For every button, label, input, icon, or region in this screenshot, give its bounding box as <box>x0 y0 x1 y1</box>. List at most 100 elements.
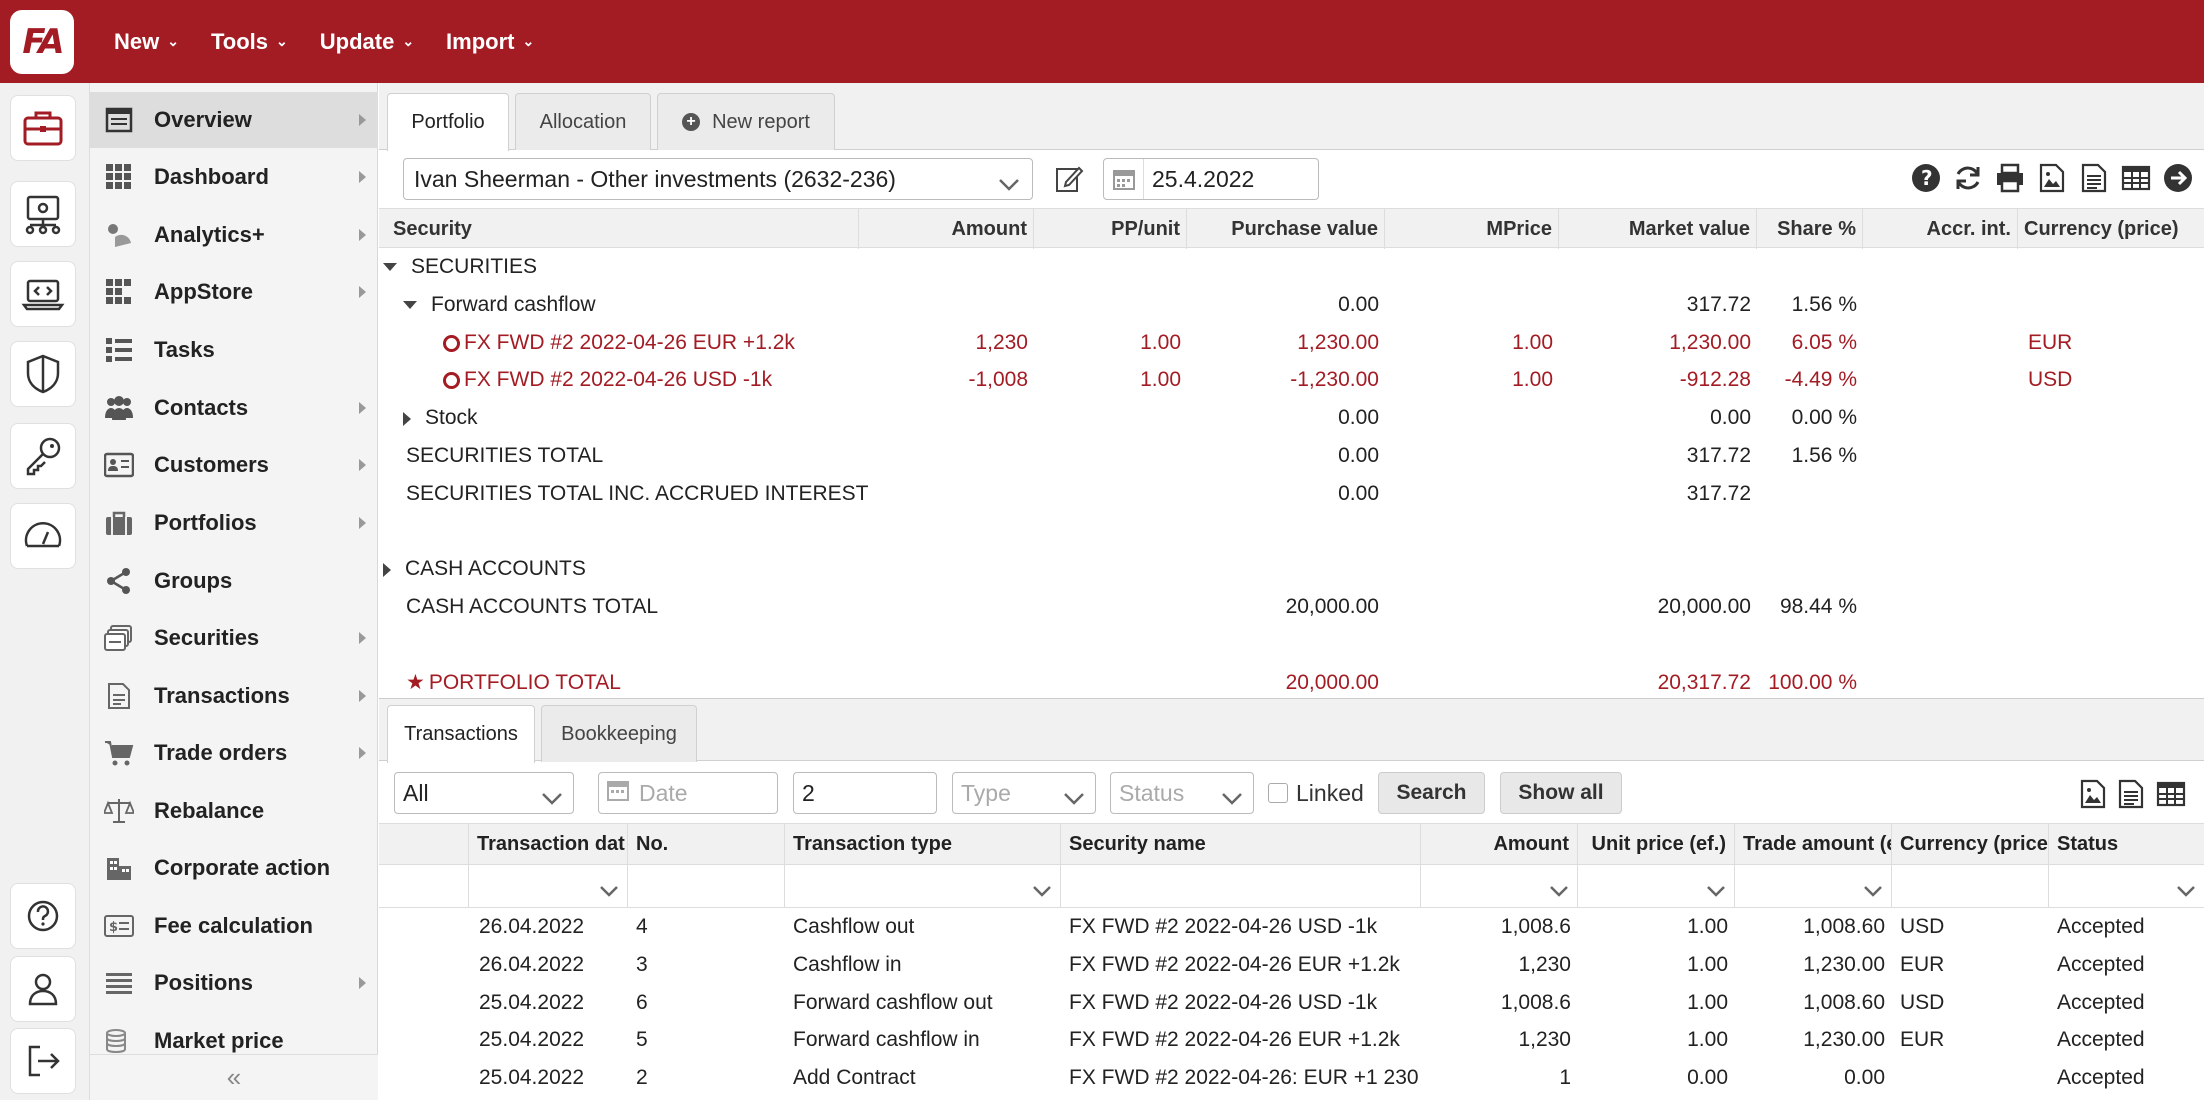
edit-portfolio-button[interactable] <box>1049 158 1089 200</box>
table-row[interactable]: 26.04.2022 4 Cashflow out FX FWD #2 2022-04… <box>379 908 2204 946</box>
col-purchase-value[interactable]: Purchase value <box>1187 209 1385 249</box>
menu-new[interactable]: New ⌄ <box>114 29 179 55</box>
sidebar-item-overview[interactable]: Overview <box>90 92 378 148</box>
col-trade-amount[interactable]: Trade amount (e <box>1735 824 1892 866</box>
sidebar-item-transactions[interactable]: Transactions <box>90 668 378 724</box>
filter-no[interactable] <box>628 865 785 908</box>
col-transaction-date[interactable]: Transaction dat <box>469 824 628 866</box>
table-row[interactable]: 25.04.2022 5 Forward cashflow in FX FWD #2 … <box>379 1021 2204 1059</box>
type-select[interactable]: Type <box>952 772 1096 814</box>
col-currency-price[interactable]: Currency (price) <box>2018 209 2204 249</box>
sidebar-item-rebalance[interactable]: Rebalance <box>90 783 378 839</box>
caret-right-icon[interactable] <box>403 411 411 426</box>
col-market-value[interactable]: Market value <box>1559 209 1757 249</box>
col-security[interactable]: Security <box>379 209 859 249</box>
document-report-icon[interactable] <box>2118 779 2144 815</box>
portfolio-row[interactable]: Stock 0.00 0.00 0.00 % <box>379 399 2204 437</box>
portfolio-row[interactable]: CASH ACCOUNTS TOTAL 20,000.00 20,000.00 98.… <box>379 588 2204 626</box>
tab-portfolio[interactable]: Portfolio <box>387 93 509 151</box>
date-field[interactable]: 25.4.2022 <box>1103 158 1319 200</box>
filter-amount[interactable] <box>1421 865 1578 908</box>
portfolio-row[interactable]: Forward cashflow 0.00 317.72 1.56 % <box>379 286 2204 324</box>
sidebar-item-analytics[interactable]: Analytics+ <box>90 207 378 263</box>
col-pp-unit[interactable]: PP/unit <box>1034 209 1187 249</box>
filter-security[interactable] <box>1061 865 1421 908</box>
sidebar-item-positions[interactable]: Positions <box>90 955 378 1011</box>
logout-icon[interactable] <box>10 1028 76 1094</box>
tab-new-report[interactable]: + New report <box>657 93 835 150</box>
portfolio-row[interactable] <box>379 513 2204 551</box>
col-transaction-type[interactable]: Transaction type <box>785 824 1061 866</box>
filter-status[interactable] <box>2049 865 2204 908</box>
menu-update[interactable]: Update ⌄ <box>320 29 414 55</box>
document-report-icon[interactable] <box>2078 162 2110 194</box>
filter-currency[interactable] <box>1892 865 2049 908</box>
sidebar-item-groups[interactable]: Groups <box>90 553 378 609</box>
sidebar-item-fee-calculation[interactable]: $ Fee calculation <box>90 898 378 954</box>
shield-icon[interactable] <box>10 341 76 407</box>
briefcase-icon[interactable] <box>10 95 76 161</box>
filter-date[interactable] <box>469 865 628 908</box>
col-amount[interactable]: Amount <box>1421 824 1578 866</box>
caret-down-icon[interactable] <box>403 301 417 310</box>
table-icon[interactable] <box>2120 162 2152 194</box>
col-security-name[interactable]: Security name <box>1061 824 1421 866</box>
linked-checkbox[interactable] <box>1268 783 1288 803</box>
help-icon[interactable] <box>10 883 76 949</box>
col-share[interactable]: Share % <box>1757 209 1863 249</box>
collapse-sidebar-button[interactable]: « <box>90 1054 378 1100</box>
sidebar-item-contacts[interactable]: Contacts <box>90 380 378 436</box>
portfolio-row[interactable]: CASH ACCOUNTS <box>379 550 2204 588</box>
portfolio-row[interactable]: FX FWD #2 2022-04-26 USD -1k -1,008 1.00 -1… <box>379 361 2204 399</box>
portfolio-row[interactable]: SECURITIES <box>379 248 2204 286</box>
col-accr-int[interactable]: Accr. int. <box>1863 209 2018 249</box>
refresh-icon[interactable] <box>1952 162 1984 194</box>
portfolio-row[interactable]: SECURITIES TOTAL 0.00 317.72 1.56 % <box>379 437 2204 475</box>
sidebar-item-portfolios[interactable]: Portfolios <box>90 495 378 551</box>
filter-trade-amount[interactable] <box>1735 865 1892 908</box>
user-icon[interactable] <box>10 956 76 1022</box>
image-report-icon[interactable] <box>2036 162 2068 194</box>
sidebar-item-trade-orders[interactable]: Trade orders <box>90 725 378 781</box>
col-select[interactable] <box>379 824 469 866</box>
sidebar-item-tasks[interactable]: Tasks <box>90 322 378 378</box>
portfolio-row[interactable]: ★ PORTFOLIO TOTAL 20,000.00 20,317.72 100.00… <box>379 664 2204 702</box>
menu-tools[interactable]: Tools ⌄ <box>211 29 288 55</box>
sidebar-item-securities[interactable]: Securities <box>90 610 378 666</box>
portfolio-row[interactable]: FX FWD #2 2022-04-26 EUR +1.2k 1,230 1.00 1… <box>379 324 2204 362</box>
show-all-button[interactable]: Show all <box>1500 772 1622 814</box>
code-laptop-icon[interactable] <box>10 261 76 327</box>
portfolio-select[interactable]: Ivan Sheerman - Other investments (2632-… <box>403 158 1033 200</box>
sidebar-item-corporate-action[interactable]: Corporate action <box>90 840 378 896</box>
image-report-icon[interactable] <box>2080 779 2106 815</box>
table-row[interactable]: 26.04.2022 3 Cashflow in FX FWD #2 2022-04-… <box>379 946 2204 984</box>
sidebar-item-dashboard[interactable]: Dashboard <box>90 149 378 205</box>
table-row[interactable]: 25.04.2022 6 Forward cashflow out FX FWD #2… <box>379 984 2204 1022</box>
arrow-right-circle-icon[interactable] <box>2162 162 2194 194</box>
print-icon[interactable] <box>1994 162 2026 194</box>
key-icon[interactable] <box>10 423 76 489</box>
portfolio-row[interactable]: SECURITIES TOTAL INC. ACCRUED INTEREST 0.… <box>379 475 2204 513</box>
caret-down-icon[interactable] <box>383 263 397 272</box>
col-currency-price[interactable]: Currency (price <box>1892 824 2049 866</box>
col-mprice[interactable]: MPrice <box>1385 209 1559 249</box>
menu-import[interactable]: Import ⌄ <box>446 29 534 55</box>
fa-logo[interactable]: FA <box>10 10 74 74</box>
search-button[interactable]: Search <box>1378 772 1485 814</box>
portfolio-row[interactable] <box>379 626 2204 664</box>
table-icon[interactable] <box>2156 779 2186 815</box>
filter-unit-price[interactable] <box>1578 865 1735 908</box>
status-select[interactable]: Status <box>1110 772 1254 814</box>
tab-transactions[interactable]: Transactions <box>387 705 535 763</box>
tab-bookkeeping[interactable]: Bookkeeping <box>541 705 697 762</box>
organization-icon[interactable] <box>10 181 76 247</box>
sidebar-item-customers[interactable]: Customers <box>90 437 378 493</box>
sidebar-item-appstore[interactable]: AppStore <box>90 264 378 320</box>
tab-allocation[interactable]: Allocation <box>515 93 651 150</box>
date-filter-input[interactable]: Date <box>598 772 778 814</box>
gauge-icon[interactable] <box>10 503 76 569</box>
number-filter-input[interactable]: 2 <box>793 772 937 814</box>
table-row[interactable]: 25.04.2022 2 Add Contract FX FWD #2 2022-04… <box>379 1059 2204 1097</box>
col-unit-price[interactable]: Unit price (ef.) <box>1578 824 1735 866</box>
scope-select[interactable]: All <box>394 772 574 814</box>
